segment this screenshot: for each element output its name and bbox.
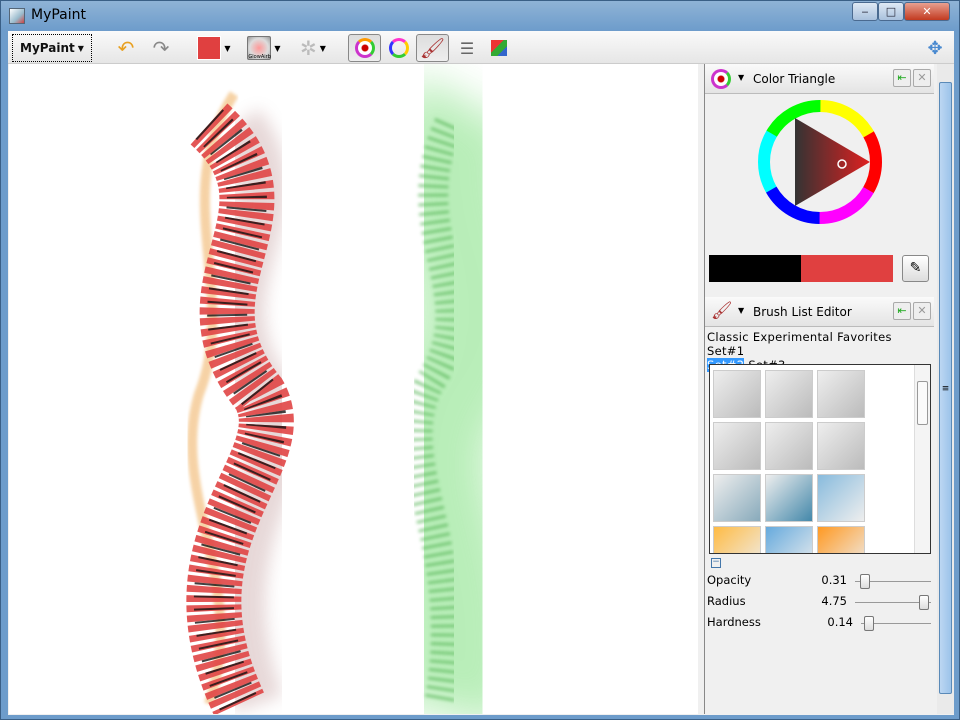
scratchpad-toggle[interactable] xyxy=(486,34,512,62)
brush-tile[interactable] xyxy=(817,474,865,522)
chevron-down-icon: ▼ xyxy=(319,43,326,53)
canvas-artwork xyxy=(186,75,538,714)
opacity-slider[interactable] xyxy=(855,574,931,589)
color-triangle-header: ▼ Color Triangle ⇤ ✕ xyxy=(705,64,934,94)
brush-tile[interactable] xyxy=(713,526,761,553)
app-icon xyxy=(9,8,25,24)
layers-toggle[interactable]: ☰ xyxy=(454,34,480,62)
side-panel: ▼ Color Triangle ⇤ ✕ ✎ 🖌 ▼ Brush List Ed… xyxy=(704,64,934,714)
radius-slider-knob[interactable] xyxy=(919,595,929,610)
chevron-down-icon[interactable]: ▼ xyxy=(738,306,744,315)
group-experimental[interactable]: Experimental xyxy=(753,330,833,344)
brush-preset-icon: GlowAirb xyxy=(247,36,272,60)
brush-tile[interactable] xyxy=(765,474,813,522)
brush-tile[interactable] xyxy=(817,370,865,418)
chevron-down-icon: ▼ xyxy=(224,43,231,53)
undo-icon[interactable]: ↶ xyxy=(114,34,138,62)
panel-scrollbar[interactable]: ≡ xyxy=(937,64,954,714)
color-triangle-icon xyxy=(711,69,731,89)
brush-tile[interactable] xyxy=(765,422,813,470)
brush-panel-title: Brush List Editor xyxy=(753,305,852,319)
fullscreen-icon[interactable]: ✥ xyxy=(922,34,948,62)
radius-label: Radius xyxy=(707,594,746,608)
brush-preset-button[interactable]: GlowAirb ▼ xyxy=(244,34,284,62)
group-favorites[interactable]: Favorites xyxy=(837,330,892,344)
layers-icon: ☰ xyxy=(459,38,475,58)
brush-tile[interactable] xyxy=(765,370,813,418)
client-area: MyPaint ▼ ↶ ↷ ▼ GlowAirb ▼ ✲ ▼ 🖌 ☰ ✥ ▼ Colo… xyxy=(8,31,954,715)
color-wheel-toggle[interactable] xyxy=(386,34,412,62)
brush-icon: 🖌 xyxy=(711,301,733,321)
symmetry-button[interactable]: ✲ ▼ xyxy=(293,34,333,62)
brush-tile[interactable] xyxy=(817,422,865,470)
mypaint-window: MyPaint ‒ □ ✕ MyPaint ▼ ↶ ↷ ▼ GlowAirb ▼ ✲… xyxy=(0,0,960,720)
dock-icon[interactable]: ⇤ xyxy=(893,69,911,87)
color-triangle-toggle[interactable] xyxy=(348,34,381,62)
close-icon[interactable]: ✕ xyxy=(913,302,931,320)
symmetry-icon: ✲ xyxy=(300,36,317,60)
drawing-canvas[interactable] xyxy=(9,64,698,714)
close-button[interactable]: ✕ xyxy=(904,2,950,21)
chevron-down-icon[interactable]: ▼ xyxy=(738,73,744,82)
collapse-icon[interactable]: − xyxy=(711,558,721,568)
color-swatch xyxy=(197,36,222,60)
brush-tile[interactable] xyxy=(713,474,761,522)
brush-tile[interactable] xyxy=(765,526,813,553)
panel-scrollbar-thumb[interactable]: ≡ xyxy=(939,82,952,694)
radius-slider[interactable] xyxy=(855,595,931,610)
hardness-row: Hardness 0.14 xyxy=(707,615,931,633)
brush-grid-scrollbar[interactable] xyxy=(914,365,930,553)
chevron-down-icon: ▼ xyxy=(274,43,281,53)
color-triangle-picker[interactable] xyxy=(755,97,885,227)
chevron-down-icon: ▼ xyxy=(77,43,84,53)
brush-toggle[interactable]: 🖌 xyxy=(416,34,449,62)
hardness-slider-knob[interactable] xyxy=(864,616,874,631)
brush-grid xyxy=(709,364,931,554)
brush-list-header: 🖌 ▼ Brush List Editor ⇤ ✕ xyxy=(705,297,934,327)
current-color-swatch xyxy=(801,255,893,282)
opacity-row: Opacity 0.31 xyxy=(707,573,931,591)
previous-color-swatch xyxy=(709,255,801,282)
brush-tile[interactable] xyxy=(817,526,865,553)
saturation-triangle[interactable] xyxy=(795,118,870,206)
color-panel-title: Color Triangle xyxy=(753,72,836,86)
group-set1[interactable]: Set#1 xyxy=(707,344,744,358)
eyedropper-icon: ✎ xyxy=(909,260,922,276)
radius-row: Radius 4.75 xyxy=(707,594,931,612)
hardness-slider[interactable] xyxy=(861,616,931,631)
color-triangle-icon xyxy=(354,38,375,58)
scratchpad-icon xyxy=(491,40,507,56)
radius-value: 4.75 xyxy=(821,594,847,608)
redo-icon[interactable]: ↷ xyxy=(149,34,173,62)
color-button[interactable]: ▼ xyxy=(194,34,234,62)
brush-tile[interactable] xyxy=(713,370,761,418)
brush-tile[interactable] xyxy=(713,422,761,470)
app-menu-label: MyPaint xyxy=(20,41,75,55)
maximize-button[interactable]: □ xyxy=(878,2,904,21)
app-menu-button[interactable]: MyPaint ▼ xyxy=(12,34,92,62)
dock-icon[interactable]: ⇤ xyxy=(893,302,911,320)
minimize-button[interactable]: ‒ xyxy=(852,2,878,21)
window-title: MyPaint xyxy=(31,7,87,23)
close-icon[interactable]: ✕ xyxy=(913,69,931,87)
hardness-label: Hardness xyxy=(707,615,761,629)
group-classic[interactable]: Classic xyxy=(707,330,749,344)
main-toolbar: MyPaint ▼ ↶ ↷ ▼ GlowAirb ▼ ✲ ▼ 🖌 ☰ ✥ xyxy=(8,31,954,64)
opacity-value: 0.31 xyxy=(821,573,847,587)
opacity-slider-knob[interactable] xyxy=(860,574,870,589)
opacity-label: Opacity xyxy=(707,573,752,587)
title-bar: MyPaint ‒ □ ✕ xyxy=(1,1,959,31)
color-wheel-icon xyxy=(389,38,409,58)
eyedropper-button[interactable]: ✎ xyxy=(902,255,929,282)
brush-icon: 🖌 xyxy=(419,36,446,60)
hardness-value: 0.14 xyxy=(827,615,853,629)
